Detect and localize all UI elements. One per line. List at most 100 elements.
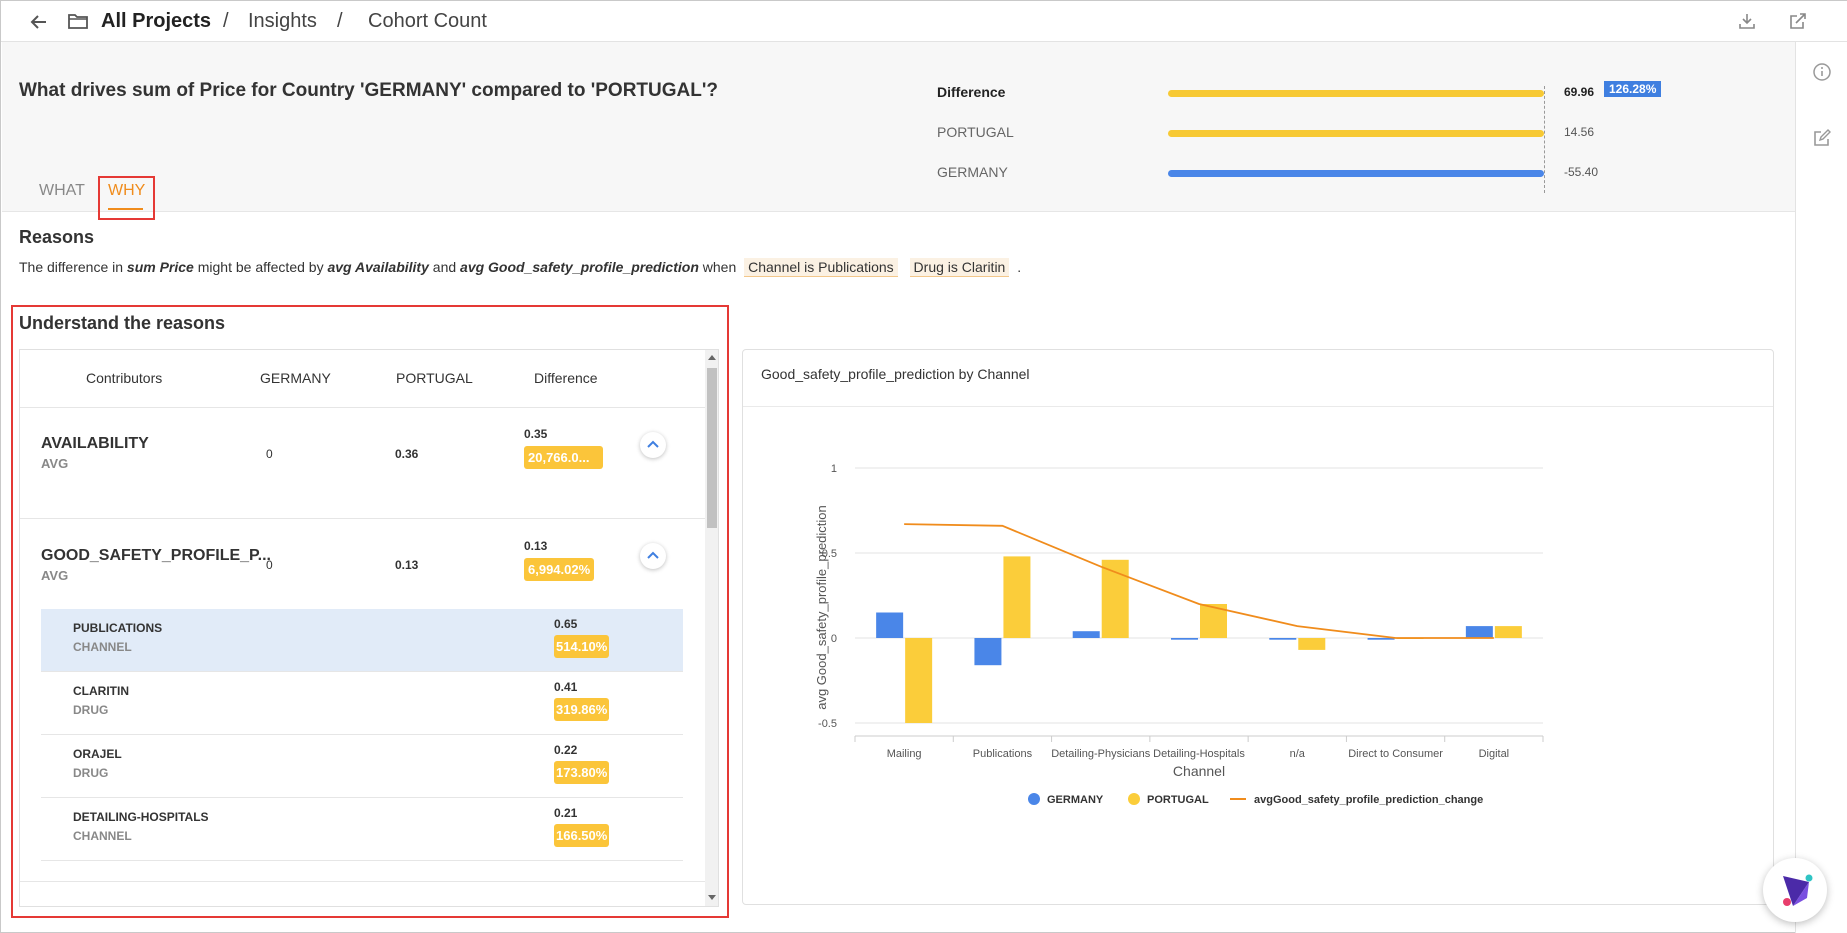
contributor-aggregation: AVG (41, 456, 69, 471)
question-header: What drives sum of Price for Country 'GE… (2, 42, 1795, 212)
germany-value: 0 (266, 447, 273, 461)
why-tab-highlight (98, 176, 155, 220)
edit-icon[interactable] (1812, 128, 1832, 148)
reasons-text-and: and (432, 259, 457, 275)
header-divider (20, 407, 705, 408)
right-rail (1795, 42, 1847, 933)
sub-difference-value: 0.41 (554, 680, 578, 694)
sub-difference-percent-badge: 319.86% (554, 698, 610, 721)
column-header-germany: GERMANY (260, 370, 331, 386)
sub-contributor-type: CHANNEL (73, 829, 132, 843)
x-tick-label: Direct to Consumer (1348, 748, 1443, 760)
sub-contributor-row[interactable]: PUBLICATIONS CHANNEL 0.65 514.10% (41, 609, 683, 672)
reasons-text-prefix: The difference in (19, 259, 124, 275)
sub-contributor-row[interactable]: ORAJEL DRUG 0.22 173.80% (41, 735, 683, 798)
difference-percent-badge: 20,766.0... (524, 446, 603, 469)
breadcrumb-insights[interactable]: Insights (248, 10, 317, 33)
germany-bar (1171, 638, 1198, 640)
sub-difference-percent-badge: 173.80% (554, 761, 610, 784)
chart-panel: Good_safety_profile_prediction by Channe… (742, 349, 1774, 905)
reasons-text-end: . (1017, 259, 1022, 275)
sub-difference-value: 0.22 (554, 743, 578, 757)
share-icon[interactable] (1788, 11, 1808, 31)
breadcrumb-cohort-count: Cohort Count (368, 10, 487, 32)
germany-bar (1465, 626, 1493, 638)
reasons-text-when: when (702, 259, 737, 275)
legend-label-change: avgGood_safety_profile_prediction_change (1254, 794, 1483, 806)
portugal-value: 0.36 (395, 447, 419, 461)
portugal-bar (1298, 638, 1326, 650)
breadcrumb-all-projects[interactable]: All Projects (101, 10, 211, 33)
legend-label-germany: GERMANY (1047, 794, 1104, 806)
question-title: What drives sum of Price for Country 'GE… (19, 80, 718, 101)
column-header-difference: Difference (534, 370, 598, 386)
comparison-label-germany: GERMANY (937, 164, 1008, 180)
top-bar: All Projects / Insights / Cohort Count (1, 1, 1847, 42)
sub-contributor-row[interactable]: CLARITIN DRUG 0.41 319.86% (41, 672, 683, 735)
sub-contributor-name: PUBLICATIONS (73, 621, 163, 635)
reasons-title: Reasons (19, 227, 95, 247)
reasons-factor-safety: avg Good_safety_profile_prediction (460, 259, 699, 275)
app-window: All Projects / Insights / Cohort Count W… (0, 0, 1847, 933)
germany-value: 0 (266, 558, 273, 572)
collapse-button[interactable] (640, 543, 666, 569)
contributor-name: GOOD_SAFETY_PROFILE_P... (41, 547, 271, 564)
row-divider (20, 881, 705, 882)
legend-label-portugal: PORTUGAL (1147, 794, 1209, 806)
difference-percent-badge: 6,994.02% (524, 558, 595, 581)
sub-difference-percent-badge: 166.50% (554, 824, 610, 847)
sub-contributor-row[interactable]: DETAILING-HOSPITALS CHANNEL 0.21 166.50% (41, 798, 683, 861)
condition-chip-drug[interactable]: Drug is Claritin (909, 258, 1010, 277)
x-tick-label: Detailing-Hospitals (1153, 748, 1245, 760)
germany-bar (1269, 638, 1297, 640)
sub-contributor-name: ORAJEL (73, 747, 122, 761)
y-axis-title: avg Good_safety_profile_prediction (814, 505, 829, 710)
difference-value: 0.13 (524, 539, 548, 553)
comparison-bar-germany (1168, 170, 1544, 177)
sub-contributor-type: DRUG (73, 703, 109, 717)
contributors-table: Contributors GERMANY PORTUGAL Difference… (19, 349, 719, 907)
folder-icon (68, 14, 88, 29)
breadcrumb-separator: / (337, 10, 343, 32)
bar-line-chart: 10.50-0.5Mailing Publications Detailing-Ph… (814, 463, 1544, 806)
germany-bar (974, 638, 1002, 666)
tab-what[interactable]: WHAT (39, 182, 85, 200)
condition-chip-channel[interactable]: Channel is Publications (744, 258, 898, 277)
reasons-text-mid: might be affected by (197, 259, 324, 275)
y-tick-label: -0.5 (818, 718, 837, 730)
x-tick-label: Mailing (887, 748, 922, 760)
back-arrow-icon[interactable] (29, 12, 49, 32)
scroll-up-arrow[interactable] (708, 355, 716, 360)
info-icon[interactable] (1812, 62, 1832, 82)
download-icon[interactable] (1737, 11, 1757, 31)
sub-difference-value: 0.65 (554, 617, 578, 631)
sub-contributor-name: DETAILING-HOSPITALS (73, 810, 209, 824)
contributor-aggregation: AVG (41, 568, 69, 583)
portugal-value: 0.13 (395, 558, 419, 572)
scroll-thumb[interactable] (707, 368, 717, 528)
comparison-label-difference: Difference (937, 84, 1006, 100)
x-tick-label: Digital (1479, 748, 1510, 760)
assistant-button[interactable] (1763, 858, 1827, 922)
sub-difference-percent-badge: 514.10% (554, 635, 610, 658)
reasons-metric: sum Price (126, 259, 194, 275)
table-scrollbar[interactable] (705, 350, 718, 906)
legend-marker-germany (1028, 793, 1040, 805)
reasons-factor-availability: avg Availability (327, 259, 429, 275)
scroll-down-arrow[interactable] (708, 895, 716, 900)
comparison-bar-difference (1168, 90, 1544, 97)
germany-bar (1072, 631, 1100, 638)
difference-value: 0.35 (524, 427, 548, 441)
breadcrumb-separator: / (223, 10, 229, 32)
chart-title: Good_safety_profile_prediction by Channe… (761, 366, 1030, 382)
comparison-bar-portugal (1168, 130, 1544, 137)
collapse-button[interactable] (640, 432, 666, 458)
y-tick-label: 1 (831, 463, 837, 475)
row-divider (20, 518, 705, 519)
change-line (904, 523, 1494, 639)
assistant-logo-icon (1783, 874, 1813, 906)
comparison-value-germany: -55.40 (1564, 165, 1599, 179)
column-header-portugal: PORTUGAL (396, 370, 473, 386)
portugal-bar (1003, 556, 1031, 638)
chevron-up-icon (647, 551, 659, 559)
